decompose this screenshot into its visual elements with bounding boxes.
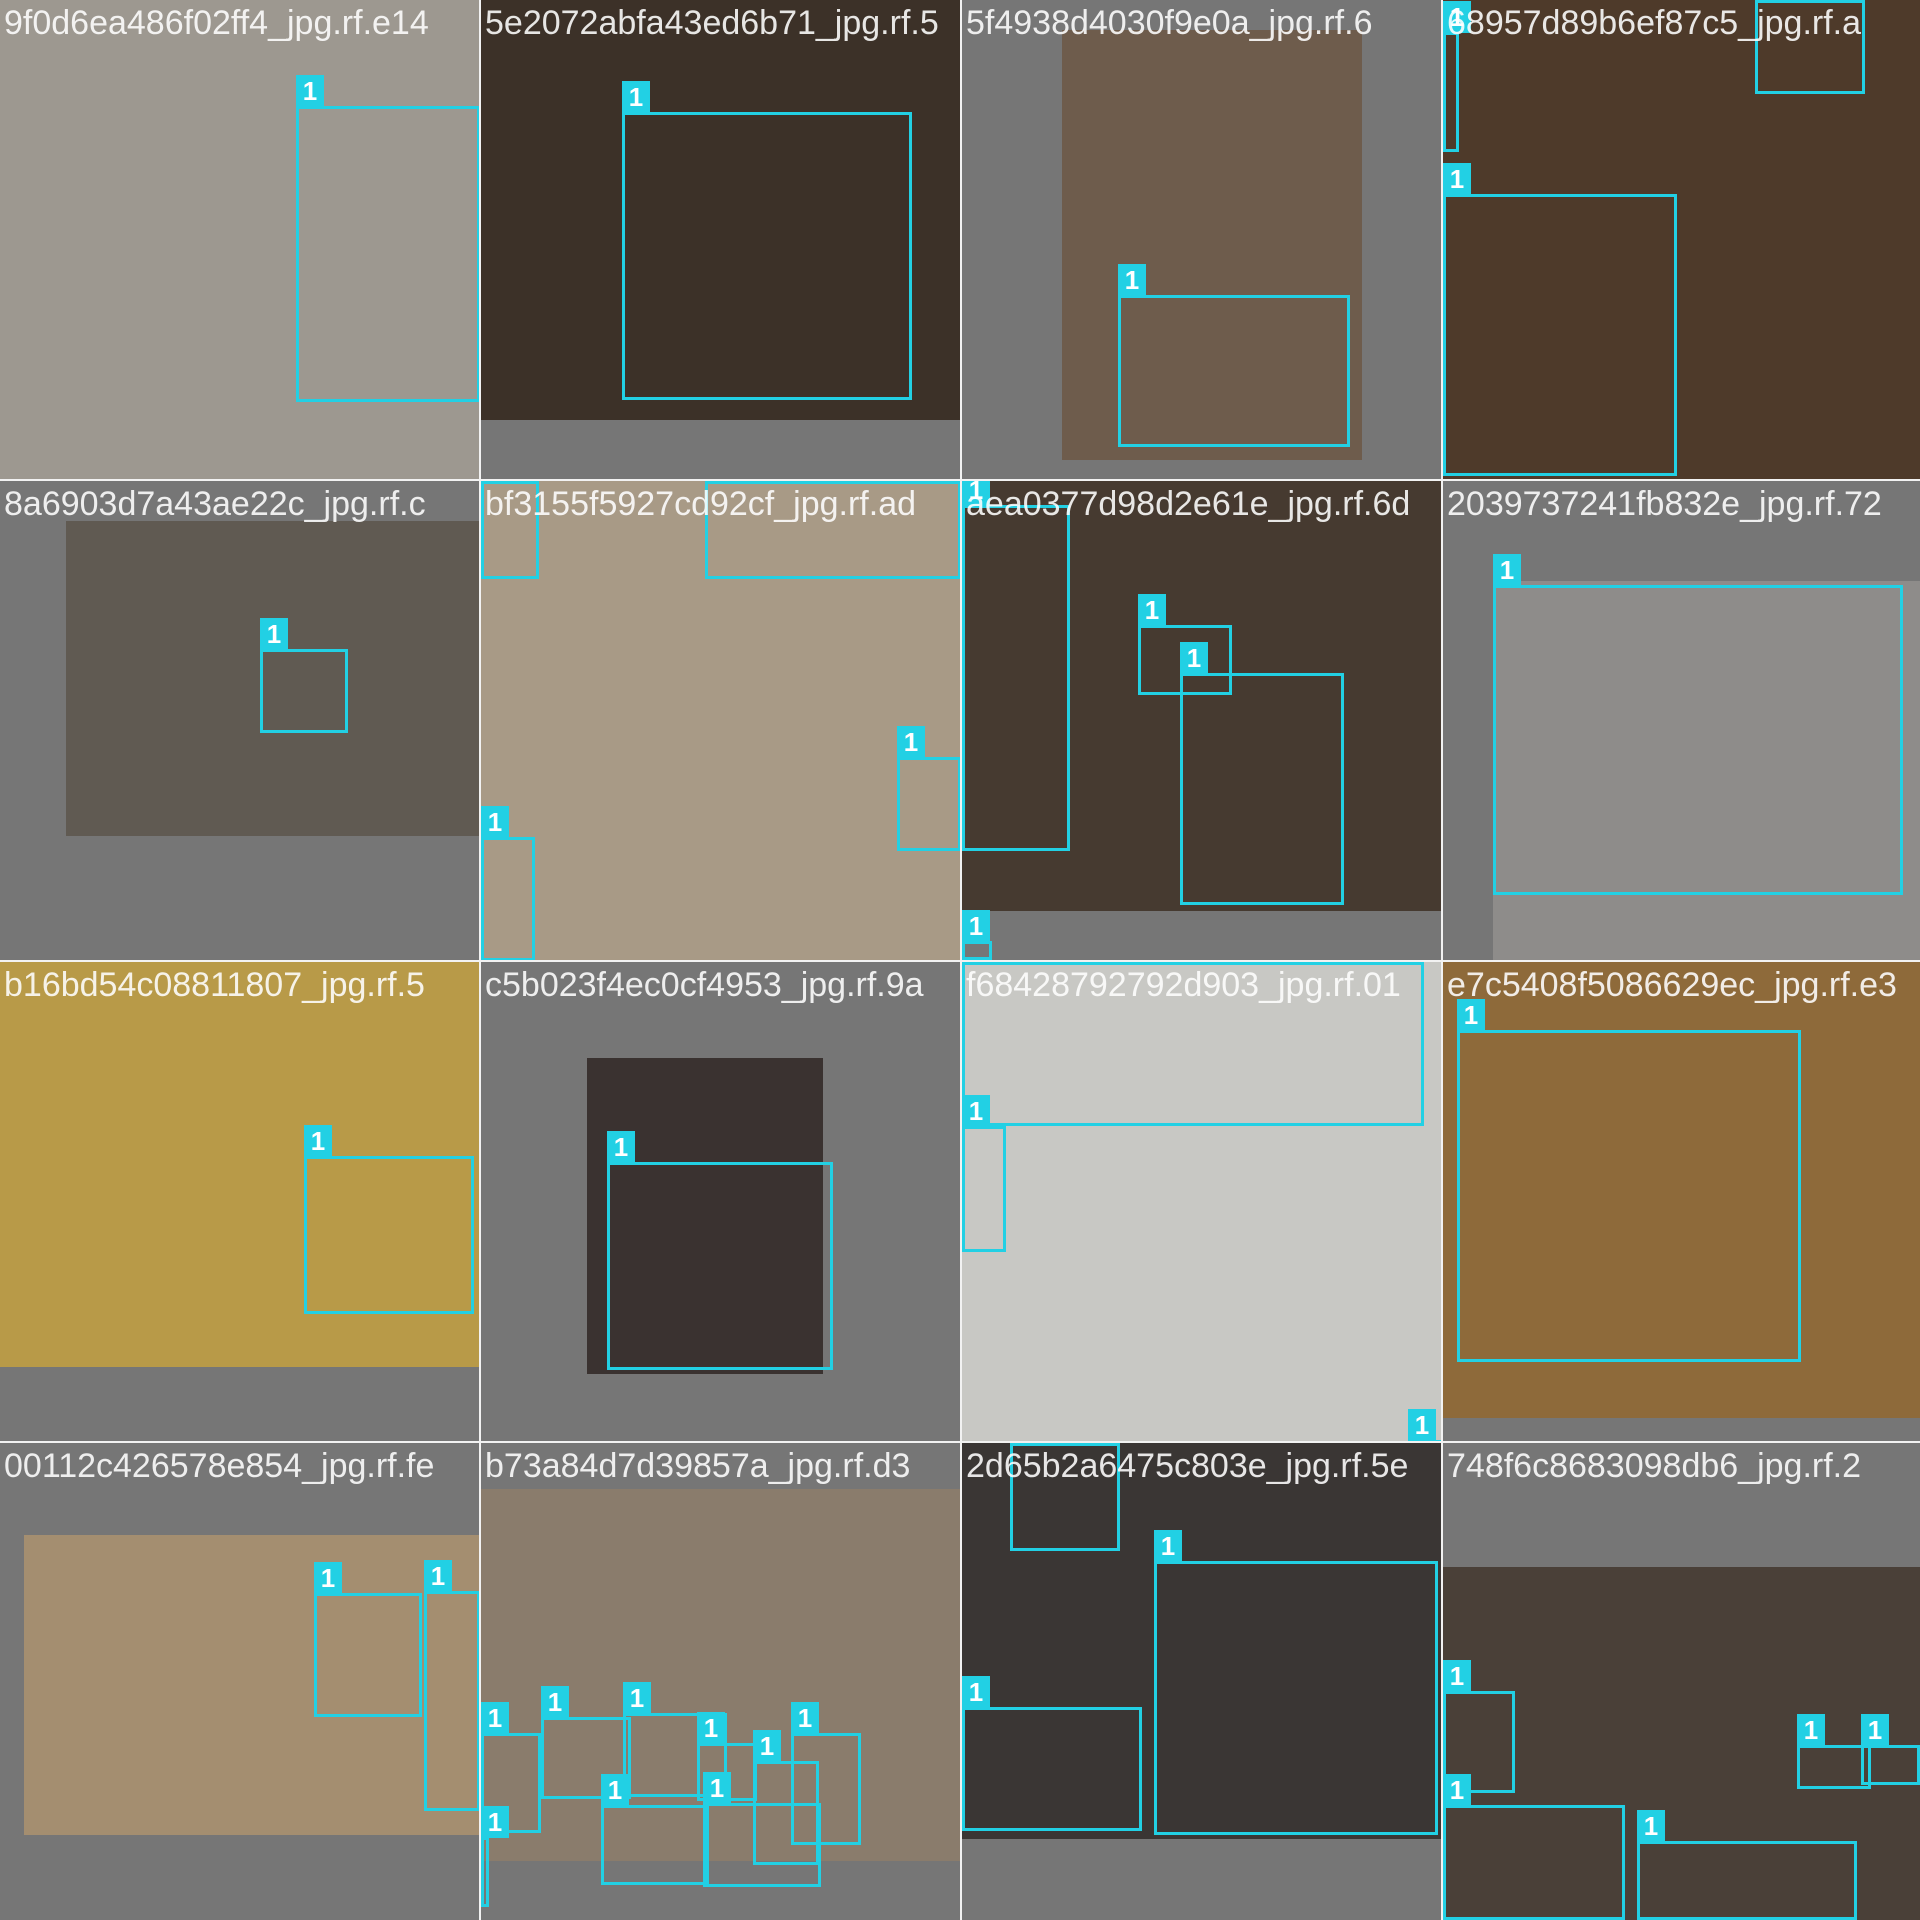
class-tag: 1	[296, 75, 324, 107]
class-tag: 1	[791, 1702, 819, 1734]
tile-filename: 2039737241fb832e_jpg.rf.72	[1447, 485, 1882, 523]
class-tag: 1	[962, 481, 990, 506]
mosaic-tile: 1 8a6903d7a43ae22c_jpg.rf.c	[0, 481, 479, 960]
class-tag: 1	[1408, 1409, 1436, 1441]
class-tag: 1	[314, 1562, 342, 1594]
detection-box: 1	[1180, 642, 1344, 905]
class-tag: 1	[481, 1702, 509, 1734]
detection-box: 1	[703, 1772, 821, 1887]
mosaic-tile: 1 1 1 68957d89b6ef87c5_jpg.rf.a	[1443, 0, 1920, 479]
class-tag: 1	[1154, 1530, 1182, 1562]
class-tag: 1	[962, 910, 990, 942]
class-tag: 1	[1493, 554, 1521, 586]
detection-box: 1	[622, 81, 912, 400]
mosaic-tile: 1 1 1 1 1 748f6c8683098db6_jpg.rf.2	[1443, 1443, 1920, 1920]
mosaic-tile: 1 1 00112c426578e854_jpg.rf.fe	[0, 1443, 479, 1920]
detection-box: 1	[897, 726, 960, 851]
detection-box: 1	[962, 910, 992, 960]
class-tag: 1	[1118, 264, 1146, 296]
class-tag: 1	[481, 1806, 509, 1838]
class-tag: 1	[753, 1730, 781, 1762]
class-tag: 1	[424, 1560, 452, 1592]
class-tag: 1	[304, 1125, 332, 1157]
class-tag: 1	[703, 1772, 731, 1804]
detection-box: 1	[314, 1562, 422, 1717]
detection-box: 1	[1010, 1443, 1120, 1551]
detection-box: 1	[1443, 1774, 1625, 1920]
detection-box: 1	[424, 1560, 479, 1811]
class-tag: 1	[1138, 594, 1166, 626]
class-tag: 1	[623, 1682, 651, 1714]
class-tag: 1	[541, 1686, 569, 1718]
detection-box: 1	[481, 481, 539, 579]
detection-box: 1	[481, 806, 535, 960]
mosaic-tile: 1 5e2072abfa43ed6b71_jpg.rf.5	[481, 0, 960, 479]
detection-box: 1	[296, 75, 479, 402]
detection-box: 1	[1797, 1714, 1871, 1789]
mosaic-tile: 1 1 1 1 bf3155f5927cd92cf_jpg.rf.ad	[481, 481, 960, 960]
grid-divider	[0, 1441, 1920, 1443]
detection-box: 1	[962, 1095, 1006, 1252]
mosaic-tile: 1 c5b023f4ec0cf4953_jpg.rf.9a	[481, 962, 960, 1441]
tile-filename: c5b023f4ec0cf4953_jpg.rf.9a	[485, 966, 924, 1004]
detection-box: 1	[1118, 264, 1350, 447]
tile-filename: 8a6903d7a43ae22c_jpg.rf.c	[4, 485, 426, 523]
class-tag: 1	[1180, 642, 1208, 674]
detection-box: 1	[1637, 1810, 1857, 1920]
class-tag: 1	[1443, 1, 1471, 33]
class-tag: 1	[1443, 1774, 1471, 1806]
detection-box: 1	[1443, 1, 1471, 152]
mosaic-tile: 1 9f0d6ea486f02ff4_jpg.rf.e14	[0, 0, 479, 479]
class-tag: 1	[962, 962, 990, 963]
mosaic-tile: 1 2039737241fb832e_jpg.rf.72	[1443, 481, 1920, 960]
detection-box: 1	[481, 1806, 509, 1907]
detection-box: 1	[1457, 999, 1801, 1362]
mosaic-tile: 1 b16bd54c08811807_jpg.rf.5	[0, 962, 479, 1441]
class-tag: 1	[962, 1676, 990, 1708]
detection-box: 1	[705, 481, 960, 579]
detection-box: 1	[601, 1774, 709, 1885]
detection-box: 1	[1154, 1530, 1438, 1835]
mosaic-tile: 1 1 1 1 1 1 1 1 1 b73a84d7d39857a_jpg.rf…	[481, 1443, 960, 1920]
tile-filename: b73a84d7d39857a_jpg.rf.d3	[485, 1447, 911, 1485]
class-tag: 1	[1443, 163, 1471, 195]
class-tag: 1	[962, 1095, 990, 1127]
class-tag: 1	[705, 481, 733, 482]
detection-box: 1	[1755, 0, 1865, 94]
class-tag: 1	[1457, 999, 1485, 1031]
class-tag: 1	[622, 81, 650, 113]
mosaic-tile: 1 e7c5408f5086629ec_jpg.rf.e3	[1443, 962, 1920, 1441]
class-tag: 1	[1861, 1714, 1889, 1746]
class-tag: 1	[607, 1131, 635, 1163]
grid-divider	[0, 479, 1920, 481]
class-tag: 1	[481, 481, 509, 482]
detection-box: 1	[607, 1131, 833, 1370]
mosaic-tile: 1 1 1 2d65b2a6475c803e_jpg.rf.5e	[962, 1443, 1441, 1920]
class-tag: 1	[260, 618, 288, 650]
detection-box: 1	[1443, 163, 1677, 476]
grid-divider	[0, 960, 1920, 962]
mosaic-tile: 1 1 1 f68428792792d903_jpg.rf.01	[962, 962, 1441, 1441]
class-tag: 1	[1443, 1660, 1471, 1692]
class-tag: 1	[897, 726, 925, 758]
class-tag: 1	[697, 1712, 725, 1744]
detection-box: 1	[260, 618, 348, 733]
detection-box: 1	[962, 962, 1424, 1126]
detection-box: 1	[962, 481, 1070, 851]
class-tag: 1	[481, 806, 509, 838]
mosaic-grid: 1 9f0d6ea486f02ff4_jpg.rf.e14 1 5e2072ab…	[0, 0, 1920, 1920]
class-tag: 1	[1010, 1443, 1038, 1444]
mosaic-tile: 1 1 1 1 aea0377d98d2e61e_jpg.rf.6d	[962, 481, 1441, 960]
tile-filename: 00112c426578e854_jpg.rf.fe	[4, 1447, 435, 1485]
mosaic-tile: 1 5f4938d4030f9e0a_jpg.rf.6	[962, 0, 1441, 479]
tile-filename: 748f6c8683098db6_jpg.rf.2	[1447, 1447, 1862, 1485]
detection-box: 1	[962, 1676, 1142, 1831]
detection-box: 1	[1493, 554, 1903, 895]
class-tag: 1	[1797, 1714, 1825, 1746]
class-tag: 1	[1755, 0, 1783, 1]
detection-box: 1	[1861, 1714, 1920, 1785]
detection-box: 1	[304, 1125, 474, 1314]
class-tag: 1	[1637, 1810, 1665, 1842]
class-tag: 1	[601, 1774, 629, 1806]
